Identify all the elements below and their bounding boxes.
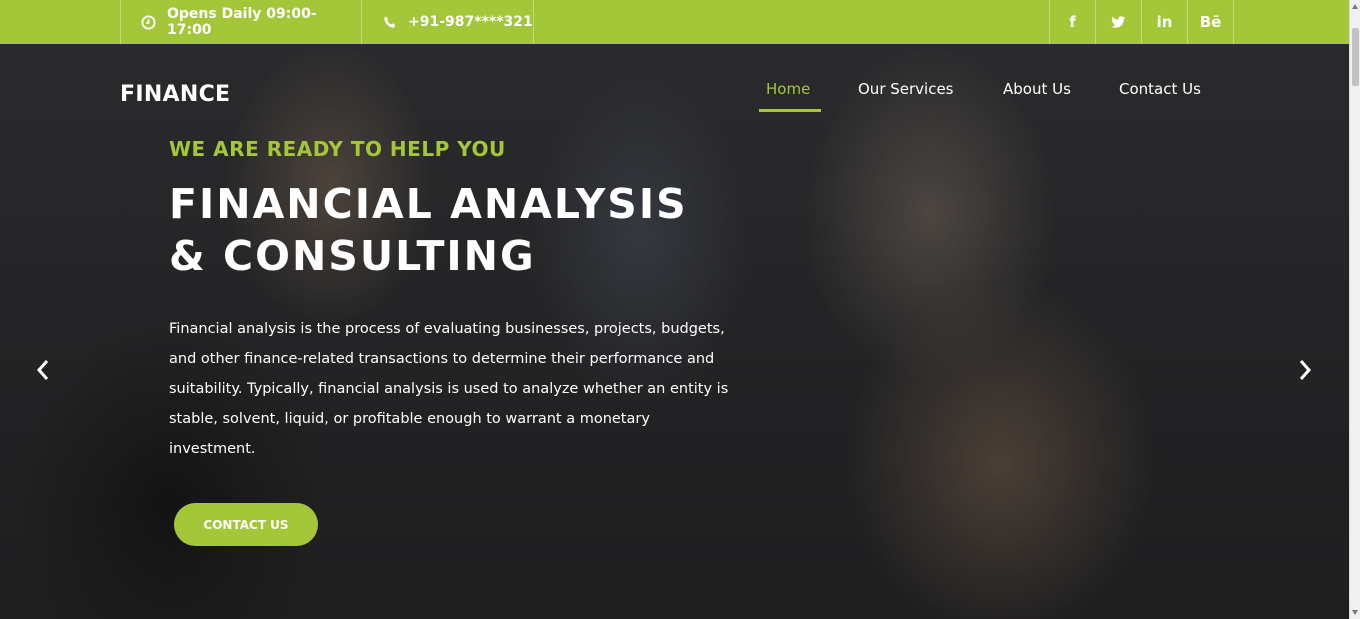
phone-icon [382, 14, 398, 30]
linkedin-icon[interactable]: in [1141, 0, 1187, 44]
nav-about-us[interactable]: About Us [1003, 80, 1071, 98]
hero-description-line: stable, solvent, liquid, or profitable e… [169, 411, 650, 427]
nav-contact-us[interactable]: Contact Us [1119, 80, 1201, 98]
hero-headline: FINANCIAL ANALYSIS & CONSULTING [169, 178, 729, 282]
twitter-icon[interactable] [1095, 0, 1141, 44]
clock-icon [141, 14, 157, 30]
scroll-up-icon[interactable] [1352, 4, 1358, 9]
contact-us-button[interactable]: CONTACT US [174, 503, 318, 546]
hero-description: Financial analysis is the process of eva… [169, 314, 749, 464]
nav-home[interactable]: Home [766, 80, 810, 98]
hero-description-line: Financial analysis is the process of eva… [169, 321, 725, 337]
opening-hours: Opens Daily 09:00-17:00 [120, 0, 361, 44]
behance-icon[interactable]: Bē [1187, 0, 1234, 44]
nav-our-services[interactable]: Our Services [858, 80, 954, 98]
hero-description-line: suitability. Typically, financial analys… [169, 381, 729, 397]
chevron-right-icon[interactable] [1293, 358, 1317, 382]
phone-number-text: +91-987****321 [408, 14, 533, 30]
facebook-icon[interactable]: f [1049, 0, 1095, 44]
chevron-left-icon[interactable] [31, 358, 55, 382]
top-bar: Opens Daily 09:00-17:00 +91-987****321 f… [0, 0, 1349, 44]
hero-eyebrow: WE ARE READY TO HELP YOU [169, 137, 506, 161]
hero-headline-line-1: FINANCIAL ANALYSIS [169, 180, 688, 228]
scroll-down-icon[interactable] [1352, 610, 1358, 615]
hero-description-line: investment. [169, 441, 256, 457]
phone-number[interactable]: +91-987****321 [361, 0, 534, 44]
opening-hours-text: Opens Daily 09:00-17:00 [166, 6, 317, 38]
nav-active-indicator [759, 109, 821, 112]
hero-description-line: and other finance-related transactions t… [169, 351, 715, 367]
site-logo[interactable]: FINANCE [120, 82, 230, 107]
scrollbar-thumb[interactable] [1352, 28, 1359, 86]
page-scrollbar[interactable] [1349, 0, 1360, 619]
hero-headline-line-2: & CONSULTING [169, 232, 536, 280]
